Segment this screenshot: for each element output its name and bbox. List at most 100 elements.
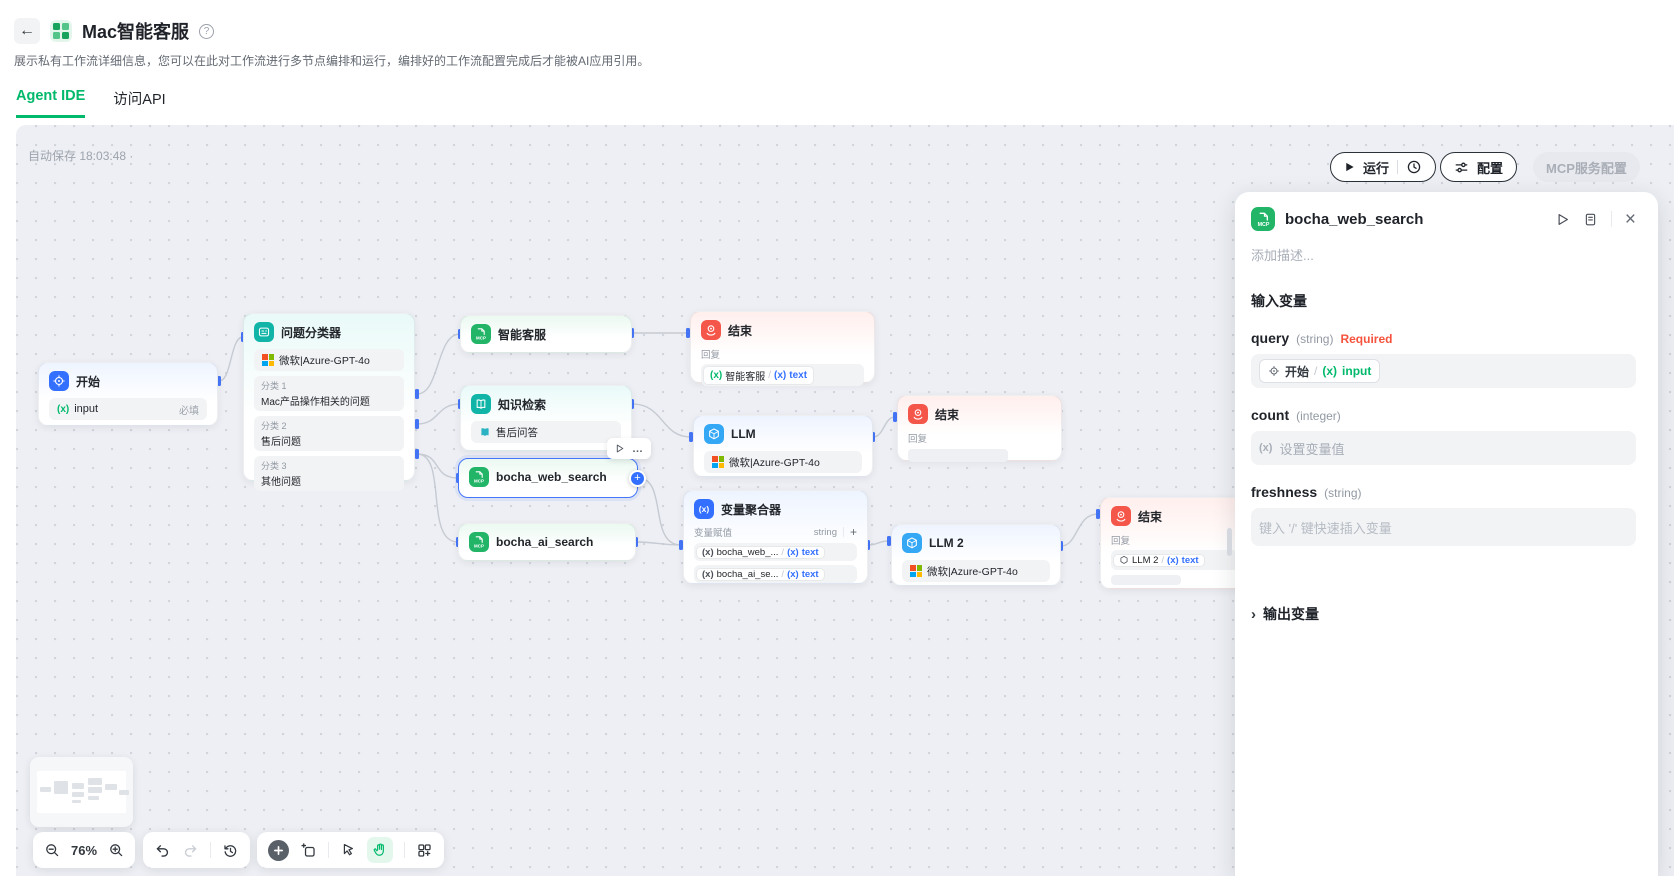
cube-icon: [1119, 555, 1129, 565]
end-icon: [1111, 506, 1131, 526]
node-title: 结束: [1138, 508, 1162, 525]
reply-label: 回复: [701, 347, 864, 361]
add-node-button[interactable]: [268, 840, 289, 861]
mcp-icon: MCP: [469, 467, 489, 487]
run-node-icon[interactable]: [1555, 212, 1570, 227]
type-label: string: [814, 527, 837, 538]
cursor-icon[interactable]: [340, 842, 356, 858]
reply-label: 回复: [908, 431, 1051, 445]
freshness-field-label: freshness (string): [1251, 484, 1636, 500]
node-start[interactable]: 开始 (x) input 必填: [38, 362, 218, 426]
config-button[interactable]: 配置: [1440, 152, 1517, 182]
node-hover-toolbar: …: [607, 438, 651, 459]
node-title: bocha_ai_search: [496, 535, 593, 549]
doc-icon[interactable]: [1583, 212, 1598, 227]
tab-api[interactable]: 访问API: [113, 88, 165, 118]
schedule-icon[interactable]: [1406, 159, 1422, 175]
start-variable-row: (x) input 必填: [49, 398, 207, 420]
mcp-icon: MCP: [469, 532, 489, 552]
history-controls: [143, 832, 250, 868]
llm-cube-icon: [902, 533, 922, 553]
history-icon[interactable]: [222, 842, 239, 859]
sliders-icon: [1454, 160, 1469, 175]
help-icon[interactable]: ?: [199, 24, 214, 39]
node-title: LLM: [731, 427, 756, 441]
play-icon: [1344, 161, 1355, 173]
description-placeholder[interactable]: 添加描述...: [1251, 245, 1636, 264]
add-next-node-button[interactable]: +: [629, 470, 646, 487]
microsoft-logo-icon: [262, 354, 274, 366]
assign-label: 变量赋值: [694, 525, 732, 539]
category-1: 分类 1 Mac产品操作相关的问题: [254, 376, 404, 411]
add-variable-button[interactable]: +: [850, 525, 857, 539]
start-icon: [49, 371, 69, 391]
node-bocha-ai-search[interactable]: MCP bocha_ai_search: [458, 523, 636, 561]
more-icon[interactable]: …: [632, 443, 644, 455]
book-icon: [479, 426, 491, 438]
chevron-right-icon: ›: [1251, 606, 1256, 623]
output-variables-toggle[interactable]: › 输出变量: [1251, 604, 1636, 624]
node-title: LLM 2: [929, 536, 964, 550]
tab-agent-ide[interactable]: Agent IDE: [16, 88, 85, 118]
undo-icon[interactable]: [154, 842, 171, 859]
variable-icon: (x): [57, 404, 69, 415]
page-subtitle: 展示私有工作流详细信息，您可以在此对工作流进行多节点编排和运行，编排好的工作流配…: [14, 52, 649, 69]
minimap[interactable]: [30, 757, 133, 827]
back-arrow-icon: ←: [19, 22, 35, 40]
required-badge: Required: [1340, 332, 1392, 346]
node-title: 变量聚合器: [721, 501, 781, 518]
redo-icon[interactable]: [182, 842, 199, 859]
page-title: Mac智能客服: [82, 18, 189, 44]
variable-icon: (x): [1259, 442, 1272, 454]
panel-resize-handle[interactable]: [1227, 528, 1232, 556]
mcp-config-button[interactable]: MCP服务配置: [1533, 152, 1640, 182]
panel-title: bocha_web_search: [1285, 211, 1545, 228]
model-chip: 微软|Azure-GPT-4o: [254, 349, 404, 371]
end-icon: [908, 404, 928, 424]
node-end-1[interactable]: 结束 回复 (x)智能客服 / (x)text: [690, 311, 875, 383]
count-field-label: count (integer): [1251, 407, 1636, 423]
node-title: 结束: [728, 322, 752, 339]
add-note-icon[interactable]: [300, 842, 317, 859]
freshness-input[interactable]: 键入 '/' 键快速插入变量: [1251, 508, 1636, 546]
svg-text:MCP: MCP: [476, 335, 486, 340]
tab-bar: Agent IDE 访问API: [16, 88, 166, 118]
node-agent-service[interactable]: MCP 智能客服: [460, 315, 632, 353]
zoom-level[interactable]: 76%: [71, 843, 97, 858]
required-label: 必填: [179, 402, 199, 417]
node-variable-aggregator[interactable]: (x) 变量聚合器 变量赋值 string + (x)bocha_web_...…: [683, 490, 868, 584]
query-variable-tag[interactable]: 开始 / (x) input: [1259, 359, 1380, 383]
node-question-classifier[interactable]: 问题分类器 微软|Azure-GPT-4o 分类 1 Mac产品操作相关的问题 …: [243, 313, 415, 481]
auto-layout-icon[interactable]: [416, 842, 433, 859]
mcp-icon: MCP: [1251, 207, 1275, 231]
hand-tool-button[interactable]: [367, 837, 393, 863]
node-llm-2[interactable]: LLM 2 微软|Azure-GPT-4o: [891, 524, 1061, 586]
close-icon[interactable]: ×: [1625, 210, 1636, 229]
model-chip: 微软|Azure-GPT-4o: [902, 560, 1050, 582]
node-llm[interactable]: LLM 微软|Azure-GPT-4o: [693, 415, 873, 477]
mcp-icon: MCP: [471, 324, 491, 344]
app-logo: [50, 20, 72, 42]
variable-ref-chip: LLM 2 / (x)text: [1114, 555, 1204, 566]
play-icon[interactable]: [614, 443, 625, 454]
dataset-row: 售后问答: [471, 421, 621, 443]
node-bocha-web-search[interactable]: MCP bocha_web_search +: [458, 458, 638, 498]
count-input[interactable]: (x) 设置变量值: [1251, 431, 1636, 465]
aggregator-icon: (x): [694, 499, 714, 519]
node-title: 结束: [935, 406, 959, 423]
zoom-in-icon[interactable]: [108, 842, 124, 858]
zoom-controls: 76%: [33, 832, 135, 868]
reply-label: 回复: [1111, 533, 1239, 547]
model-chip: 微软|Azure-GPT-4o: [704, 451, 862, 473]
workflow-page: ← Mac智能客服 ? 展示私有工作流详细信息，您可以在此对工作流进行多节点编排…: [0, 0, 1674, 876]
hand-icon: [372, 842, 388, 858]
node-knowledge-retrieval[interactable]: 知识检索 售后问答: [460, 385, 632, 451]
zoom-out-icon[interactable]: [44, 842, 60, 858]
variable-ref-chip: (x)bocha_web_... / (x)text: [697, 547, 824, 558]
run-button[interactable]: 运行: [1330, 152, 1436, 182]
back-button[interactable]: ←: [14, 18, 40, 44]
query-input[interactable]: 开始 / (x) input: [1251, 354, 1636, 388]
node-end-2[interactable]: 结束 回复: [897, 395, 1062, 461]
variable-ref-chip: (x)bocha_ai_se... / (x)text: [697, 569, 824, 580]
node-properties-panel: MCP bocha_web_search × 添加描述... 输入变量 quer…: [1235, 192, 1658, 876]
